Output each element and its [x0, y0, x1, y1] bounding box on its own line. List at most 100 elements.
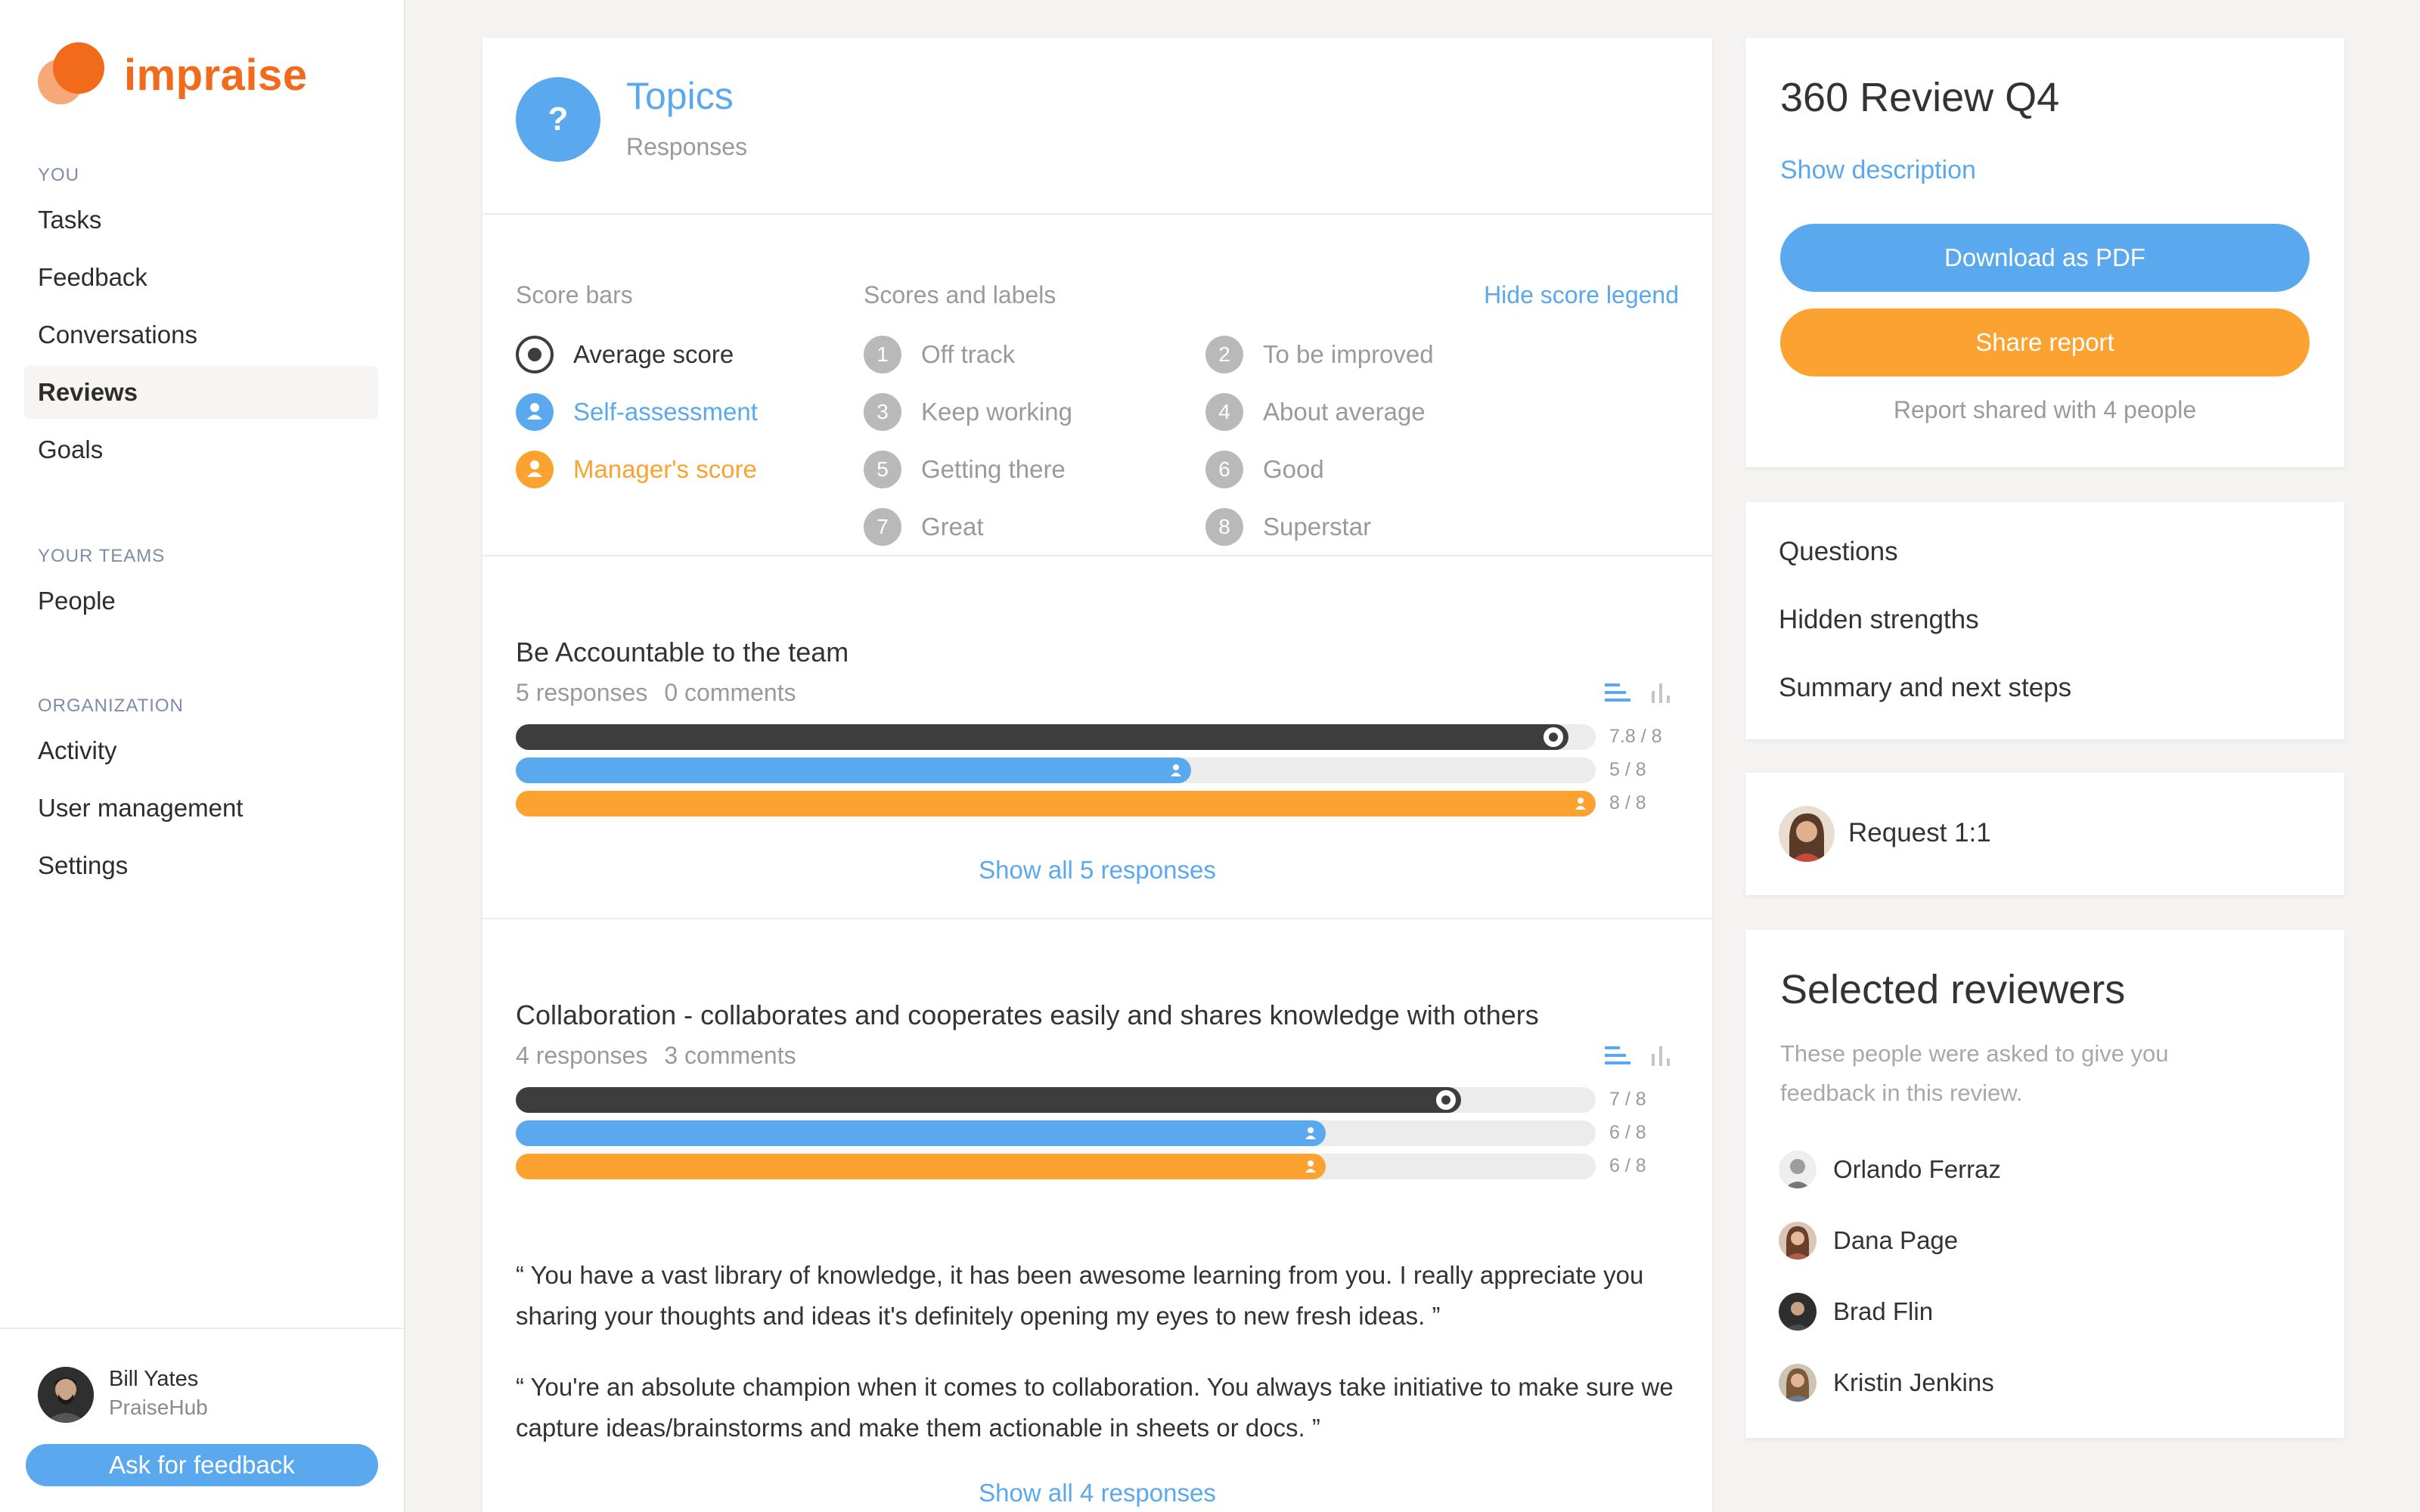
avatar	[1779, 1222, 1817, 1259]
sidebar-item-settings[interactable]: Settings	[24, 839, 378, 892]
ask-for-feedback-button[interactable]: Ask for feedback	[26, 1444, 378, 1486]
user-org: PraiseHub	[109, 1396, 208, 1419]
score-bar-fill	[516, 724, 1568, 750]
topics-title: Topics	[626, 75, 734, 117]
bar-chart-view-icon[interactable]	[1647, 680, 1676, 708]
sidebar-item-conversations[interactable]: Conversations	[24, 308, 378, 361]
responses-count: 4 responses	[516, 1042, 648, 1069]
question-icon: ?	[516, 77, 600, 162]
score-bars-title: Score bars	[516, 281, 633, 308]
reviewer-name: Orlando Ferraz	[1833, 1155, 2001, 1183]
view-toggle	[1603, 1043, 1676, 1074]
sidebar-item-reviews[interactable]: Reviews	[24, 366, 378, 419]
scale-label: Good	[1263, 455, 1324, 483]
avatar-image	[1779, 1293, 1817, 1331]
show-description-link[interactable]: Show description	[1780, 156, 1976, 185]
reviewer-name: Kristin Jenkins	[1833, 1368, 1994, 1396]
scale-number: 6	[1205, 451, 1243, 488]
question-nav-card: Questions Hidden strengths Summary and n…	[1745, 502, 2344, 739]
sidebar-item-goals[interactable]: Goals	[24, 423, 378, 476]
comments-count: 3 comments	[664, 1042, 796, 1069]
comment-quote: “ You're an absolute champion when it co…	[516, 1373, 1674, 1442]
selected-reviewers-card: Selected reviewers These people were ask…	[1745, 930, 2344, 1438]
share-report-button[interactable]: Share report	[1780, 308, 2310, 376]
request-label: Request 1:1	[1848, 818, 1991, 847]
scale-label: To be improved	[1263, 340, 1434, 368]
user-avatar[interactable]	[38, 1367, 94, 1423]
show-all-responses-link[interactable]: Show all 5 responses	[482, 856, 1712, 885]
request-one-on-one-card[interactable]: Request 1:1	[1745, 773, 2344, 895]
score-value-label: 7.8 / 8	[1609, 726, 1662, 747]
scale-label: Getting there	[921, 455, 1066, 483]
sidebar-item-tasks[interactable]: Tasks	[24, 194, 378, 246]
brand[interactable]: impraise	[35, 39, 352, 107]
score-bar-manager	[516, 791, 1596, 816]
person-icon	[1171, 764, 1181, 776]
question-link-summary[interactable]: Summary and next steps	[1779, 673, 2071, 703]
scale-label: Off track	[921, 340, 1016, 368]
sidebar-item-activity[interactable]: Activity	[24, 724, 378, 777]
score-value-label: 8 / 8	[1609, 792, 1646, 813]
score-bar-fill	[516, 1154, 1326, 1179]
nav-section-you: YOU Tasks Feedback Conversations Reviews…	[0, 162, 405, 476]
legend-average-label: Average score	[573, 340, 734, 368]
scale-number: 4	[1205, 393, 1243, 431]
reviewers-description: These people were asked to give you feed…	[1780, 1040, 2169, 1106]
legend-self-label: Self-assessment	[573, 398, 758, 426]
sidebar-item-feedback[interactable]: Feedback	[24, 251, 378, 304]
sidebar-item-people[interactable]: People	[24, 575, 378, 627]
view-toggle	[1603, 680, 1676, 711]
score-bar-fill	[516, 758, 1191, 783]
sidebar: impraise YOU Tasks Feedback Conversation…	[0, 0, 405, 1512]
nav-section-organization: ORGANIZATION Activity User management Se…	[0, 692, 405, 892]
comments-count: 0 comments	[664, 679, 796, 706]
score-legend: Score bars Scores and labels Hide score …	[482, 215, 1712, 556]
bar-chart-view-icon[interactable]	[1647, 1043, 1676, 1070]
scale-number: 1	[864, 336, 901, 373]
self-assessment-person-icon	[516, 393, 554, 431]
avatar	[1779, 1364, 1817, 1402]
average-score-marker-icon	[1541, 725, 1565, 749]
review-title: 360 Review Q4	[1780, 75, 2060, 120]
scale-label: Great	[921, 513, 984, 541]
question-accountable: Be Accountable to the team 5 responses 0 …	[482, 556, 1712, 919]
person-icon	[1305, 1160, 1316, 1173]
reviewer-name: Dana Page	[1833, 1226, 1959, 1254]
score-bar-fill	[516, 791, 1596, 816]
average-score-icon	[516, 336, 554, 373]
question-title: Be Accountable to the team	[516, 637, 849, 668]
impraise-logo-icon	[38, 42, 104, 104]
score-bar-self	[516, 758, 1596, 783]
avatar-image	[1779, 806, 1835, 862]
scale-number: 7	[864, 508, 901, 546]
scale-number: 5	[864, 451, 901, 488]
scores-labels-title: Scores and labels	[864, 281, 1056, 308]
topics-subtitle: Responses	[626, 133, 748, 160]
avatar-image	[1779, 1222, 1817, 1259]
person-icon	[1305, 1127, 1316, 1139]
sidebar-item-user-management[interactable]: User management	[24, 782, 378, 835]
scale-number: 3	[864, 393, 901, 431]
scale-number: 2	[1205, 336, 1243, 373]
download-pdf-button[interactable]: Download as PDF	[1780, 224, 2310, 292]
show-all-responses-link[interactable]: Show all 4 responses	[482, 1479, 1712, 1507]
score-bar-average	[516, 1087, 1596, 1113]
question-title: Collaboration - collaborates and coopera…	[516, 999, 1539, 1030]
list-view-icon[interactable]	[1603, 680, 1632, 708]
brand-name: impraise	[124, 51, 308, 100]
shared-with-text: Report shared with 4 people	[1893, 396, 2197, 423]
avatar	[1779, 1151, 1817, 1188]
nav-section-teams: YOUR TEAMS People	[0, 543, 405, 627]
score-value-label: 6 / 8	[1609, 1155, 1646, 1176]
question-meta: 5 responses 0 comments	[516, 679, 796, 707]
person-icon	[1575, 798, 1586, 810]
list-view-icon[interactable]	[1603, 1043, 1632, 1070]
sidebar-footer: Bill Yates PraiseHub Ask for feedback	[0, 1328, 405, 1512]
hide-score-legend-link[interactable]: Hide score legend	[1484, 281, 1679, 309]
question-link-hidden-strengths[interactable]: Hidden strengths	[1779, 605, 1979, 635]
scale-number: 8	[1205, 508, 1243, 546]
user-avatar-image	[38, 1367, 94, 1423]
score-bar-self	[516, 1120, 1596, 1146]
question-link-questions[interactable]: Questions	[1779, 537, 1898, 567]
user-name: Bill Yates	[109, 1367, 199, 1391]
